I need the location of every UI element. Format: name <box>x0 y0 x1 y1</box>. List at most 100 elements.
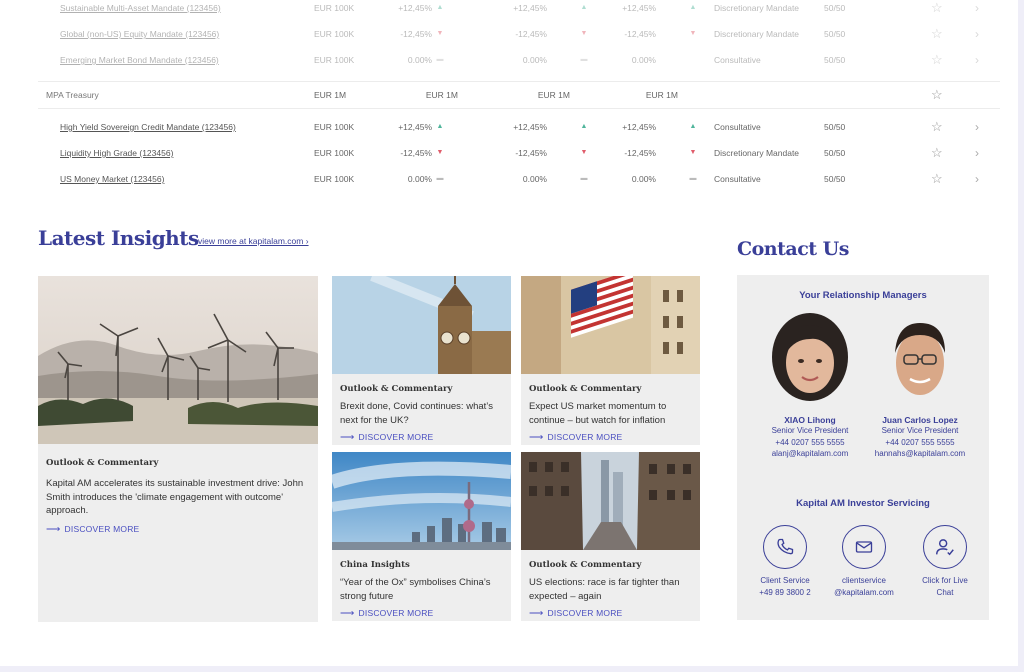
arrow-right-icon: ⟶ <box>340 432 355 443</box>
card-text: Kapital AM accelerates its sustainable i… <box>46 478 304 516</box>
chevron-right-icon[interactable]: › <box>975 21 979 47</box>
insight-card[interactable]: Outlook & Commentary Kapital AM accelera… <box>38 276 318 622</box>
manager-phone[interactable]: +44 0207 555 5555 <box>865 437 975 449</box>
fund-perf: 0.00% <box>631 174 656 184</box>
down-arrow-icon: ▼ <box>689 30 697 37</box>
fund-type: Consultative <box>714 55 761 65</box>
table-row[interactable]: US Money Market (123456) EUR 100K 0.00% ▬… <box>38 166 1000 192</box>
chat-user-icon[interactable] <box>923 525 967 569</box>
star-icon[interactable]: ☆ <box>931 140 943 166</box>
view-more-link[interactable]: view more at kapitalam.com › <box>198 236 309 246</box>
arrow-right-icon: ⟶ <box>46 524 61 535</box>
service-line: +49 89 3800 2 <box>759 587 811 597</box>
chevron-right-icon[interactable]: › <box>975 114 979 140</box>
star-icon[interactable]: ☆ <box>931 0 943 21</box>
service-line: Client Service <box>760 576 810 585</box>
fund-perf: +12,45% <box>513 3 547 13</box>
star-icon[interactable]: ☆ <box>931 114 943 140</box>
group-value: EUR 1M <box>645 90 678 100</box>
card-text: Brexit done, Covid continues: what’s nex… <box>340 401 493 426</box>
service-line: clientservice <box>841 576 886 585</box>
insight-card[interactable]: China Insights “Year of the Ox” symbolis… <box>332 452 511 621</box>
star-icon[interactable]: ☆ <box>931 47 943 73</box>
fund-perf: -12,45% <box>515 148 547 158</box>
star-icon[interactable]: ☆ <box>931 21 943 47</box>
insight-card[interactable]: Outlook & Commentary Expect US market mo… <box>521 276 700 445</box>
fund-split: 50/50 <box>824 55 846 65</box>
flat-dash-icon: ▬ <box>436 175 444 182</box>
up-arrow-icon: ▲ <box>436 4 444 11</box>
insight-card[interactable]: Outlook & Commentary US elections: race … <box>521 452 700 621</box>
up-arrow-icon: ▲ <box>436 123 444 130</box>
manager-name: XIAO Lihong <box>784 415 836 425</box>
table-row[interactable]: Global (non-US) Equity Mandate (123456) … <box>38 21 1000 47</box>
client-service-button[interactable]: Client Service +49 89 3800 2 <box>745 525 825 598</box>
arrow-right-icon: ⟶ <box>340 608 355 619</box>
card-category: Outlook & Commentary <box>340 384 453 394</box>
discover-more-link[interactable]: ⟶ DISCOVER MORE <box>340 432 433 443</box>
page: Sustainable Multi-Asset Mandate (123456)… <box>0 0 1018 666</box>
chevron-right-icon[interactable]: › <box>975 140 979 166</box>
table-group-row: MPA Treasury EUR 1M EUR 1M EUR 1M EUR 1M… <box>38 82 1000 108</box>
star-icon[interactable]: ☆ <box>931 82 943 108</box>
live-chat-button[interactable]: Click for Live Chat <box>905 525 985 598</box>
manager-name: Juan Carlos Lopez <box>882 415 958 425</box>
table-row[interactable]: Sustainable Multi-Asset Mandate (123456)… <box>38 0 1000 21</box>
chevron-right-icon[interactable]: › <box>975 0 979 21</box>
group-value: EUR 1M <box>537 90 570 100</box>
chevron-right-icon[interactable]: › <box>975 166 979 192</box>
fund-perf: 0.00% <box>522 55 547 65</box>
arrow-right-icon: ⟶ <box>529 608 544 619</box>
manager-role: Senior Vice President <box>881 426 959 435</box>
contact-panel: Your Relationship Managers XIAO Lihong S… <box>737 275 989 620</box>
fund-name-link[interactable]: Emerging Market Bond Mandate (123456) <box>60 47 219 73</box>
table-row[interactable]: Liquidity High Grade (123456) EUR 100K -… <box>38 140 1000 166</box>
big-ben-image <box>332 276 511 374</box>
servicing-heading: Kapital AM Investor Servicing <box>796 498 930 509</box>
star-icon[interactable]: ☆ <box>931 166 943 192</box>
mail-icon[interactable] <box>842 525 886 569</box>
fund-perf: -12,45% <box>400 29 432 39</box>
manager-email[interactable]: alanj@kapitalam.com <box>755 448 865 460</box>
service-line: Chat <box>936 587 954 597</box>
fund-perf: +12,45% <box>513 122 547 132</box>
city-street-image <box>521 452 700 550</box>
manager-phone[interactable]: +44 0207 555 5555 <box>755 437 865 449</box>
fund-name-link[interactable]: US Money Market (123456) <box>60 166 164 192</box>
manager-role: Senior Vice President <box>771 426 849 435</box>
fund-name-link[interactable]: High Yield Sovereign Credit Mandate (123… <box>60 114 236 140</box>
avatar <box>771 313 849 403</box>
fund-type: Consultative <box>714 122 761 132</box>
group-value: EUR 1M <box>425 90 458 100</box>
fund-perf: +12,45% <box>622 3 656 13</box>
wind-turbines-image <box>38 276 318 444</box>
fund-name-link[interactable]: Global (non-US) Equity Mandate (123456) <box>60 21 219 47</box>
fund-split: 50/50 <box>824 3 846 13</box>
contact-title: Contact Us <box>737 238 849 260</box>
discover-more-link[interactable]: ⟶ DISCOVER MORE <box>529 608 622 619</box>
card-category: Outlook & Commentary <box>529 560 642 570</box>
chevron-right-icon[interactable]: › <box>975 47 979 73</box>
fund-name-link[interactable]: Liquidity High Grade (123456) <box>60 140 173 166</box>
phone-icon[interactable] <box>763 525 807 569</box>
discover-more-link[interactable]: ⟶ DISCOVER MORE <box>529 432 622 443</box>
arrow-right-icon: ⟶ <box>529 432 544 443</box>
shanghai-skyline-image <box>332 452 511 550</box>
table-row[interactable]: High Yield Sovereign Credit Mandate (123… <box>38 114 1000 140</box>
group-currency: EUR 1M <box>314 90 347 100</box>
service-line: Click for Live <box>922 576 968 585</box>
manager-email[interactable]: hannahs@kapitalam.com <box>865 448 975 460</box>
insight-card[interactable]: Outlook & Commentary Brexit done, Covid … <box>332 276 511 445</box>
flat-dash-icon: ▬ <box>436 56 444 63</box>
fund-perf: 0.00% <box>631 55 656 65</box>
avatar <box>881 313 959 403</box>
fund-type: Consultative <box>714 174 761 184</box>
fund-name-link[interactable]: Sustainable Multi-Asset Mandate (123456) <box>60 0 221 21</box>
card-text: “Year of the Ox” symbolises China’s stro… <box>340 577 491 602</box>
discover-more-link[interactable]: ⟶ DISCOVER MORE <box>340 608 433 619</box>
table-row[interactable]: Emerging Market Bond Mandate (123456) EU… <box>38 47 1000 73</box>
discover-more-link[interactable]: ⟶ DISCOVER MORE <box>46 524 139 535</box>
service-line: @kapitalam.com <box>834 587 894 597</box>
email-service-button[interactable]: clientservice @kapitalam.com <box>824 525 904 598</box>
managers-heading: Your Relationship Managers <box>799 290 927 301</box>
